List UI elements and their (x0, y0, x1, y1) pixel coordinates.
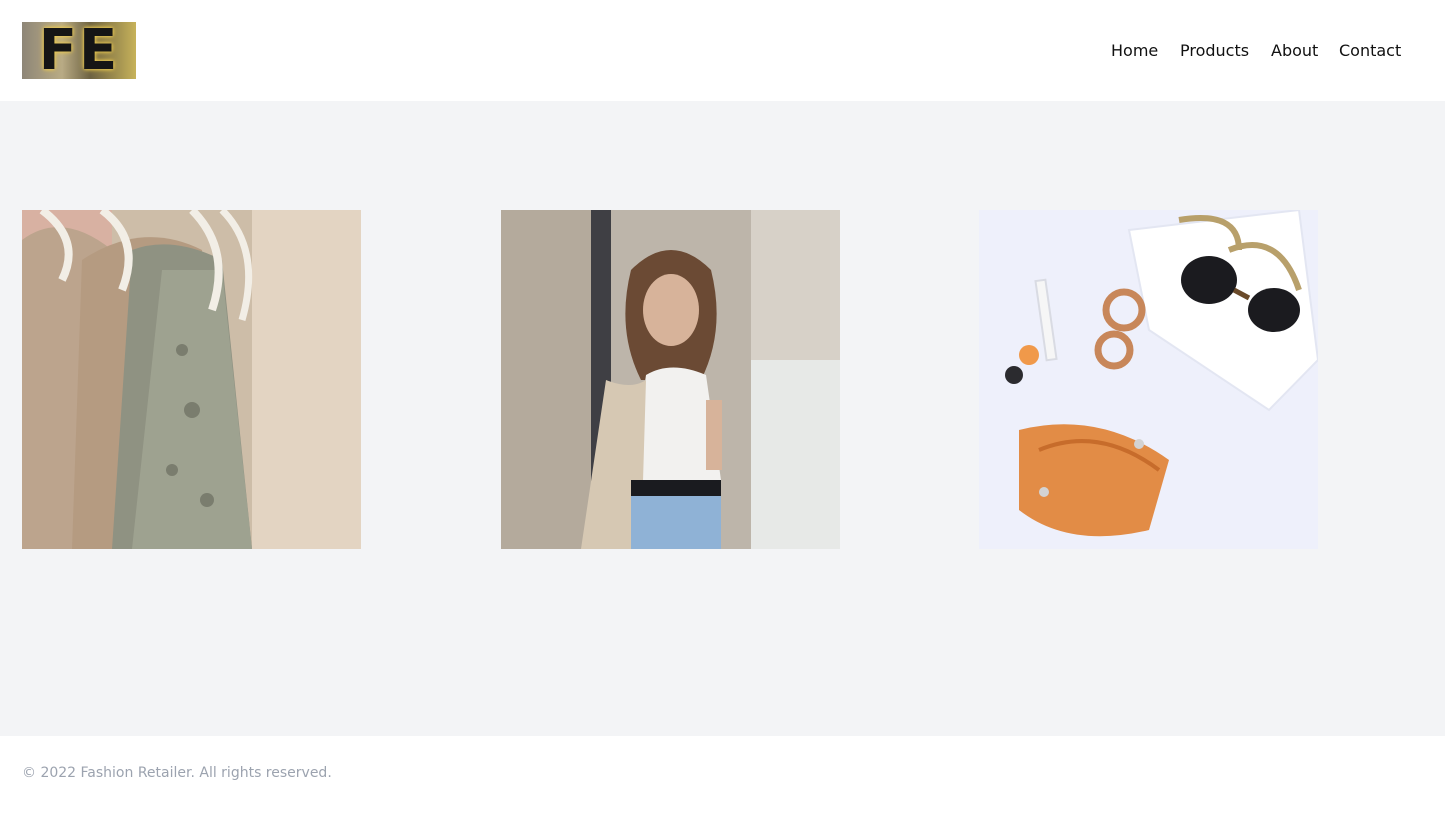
nav-about-link[interactable]: About (1271, 40, 1318, 62)
nav-products-link[interactable]: Products (1180, 40, 1249, 62)
clothes-illustration (22, 210, 361, 549)
main-content (0, 101, 1445, 736)
site-header: FE Home Products About Contact (0, 0, 1445, 101)
portrait-illustration (501, 210, 840, 549)
nav-home-link[interactable]: Home (1111, 40, 1158, 62)
copyright-text: © 2022 Fashion Retailer. All rights rese… (22, 765, 332, 781)
accessories-illustration (979, 210, 1318, 549)
brand-logo[interactable]: FE (22, 22, 136, 79)
site-footer: © 2022 Fashion Retailer. All rights rese… (0, 736, 1445, 813)
woman-fashion-portrait-photo (501, 210, 840, 549)
nav-contact-link[interactable]: Contact (1339, 40, 1401, 62)
clothes-on-hangers-photo (22, 210, 361, 549)
brand-logo-text: FE (38, 22, 120, 79)
accessories-flatlay-photo (979, 210, 1318, 549)
